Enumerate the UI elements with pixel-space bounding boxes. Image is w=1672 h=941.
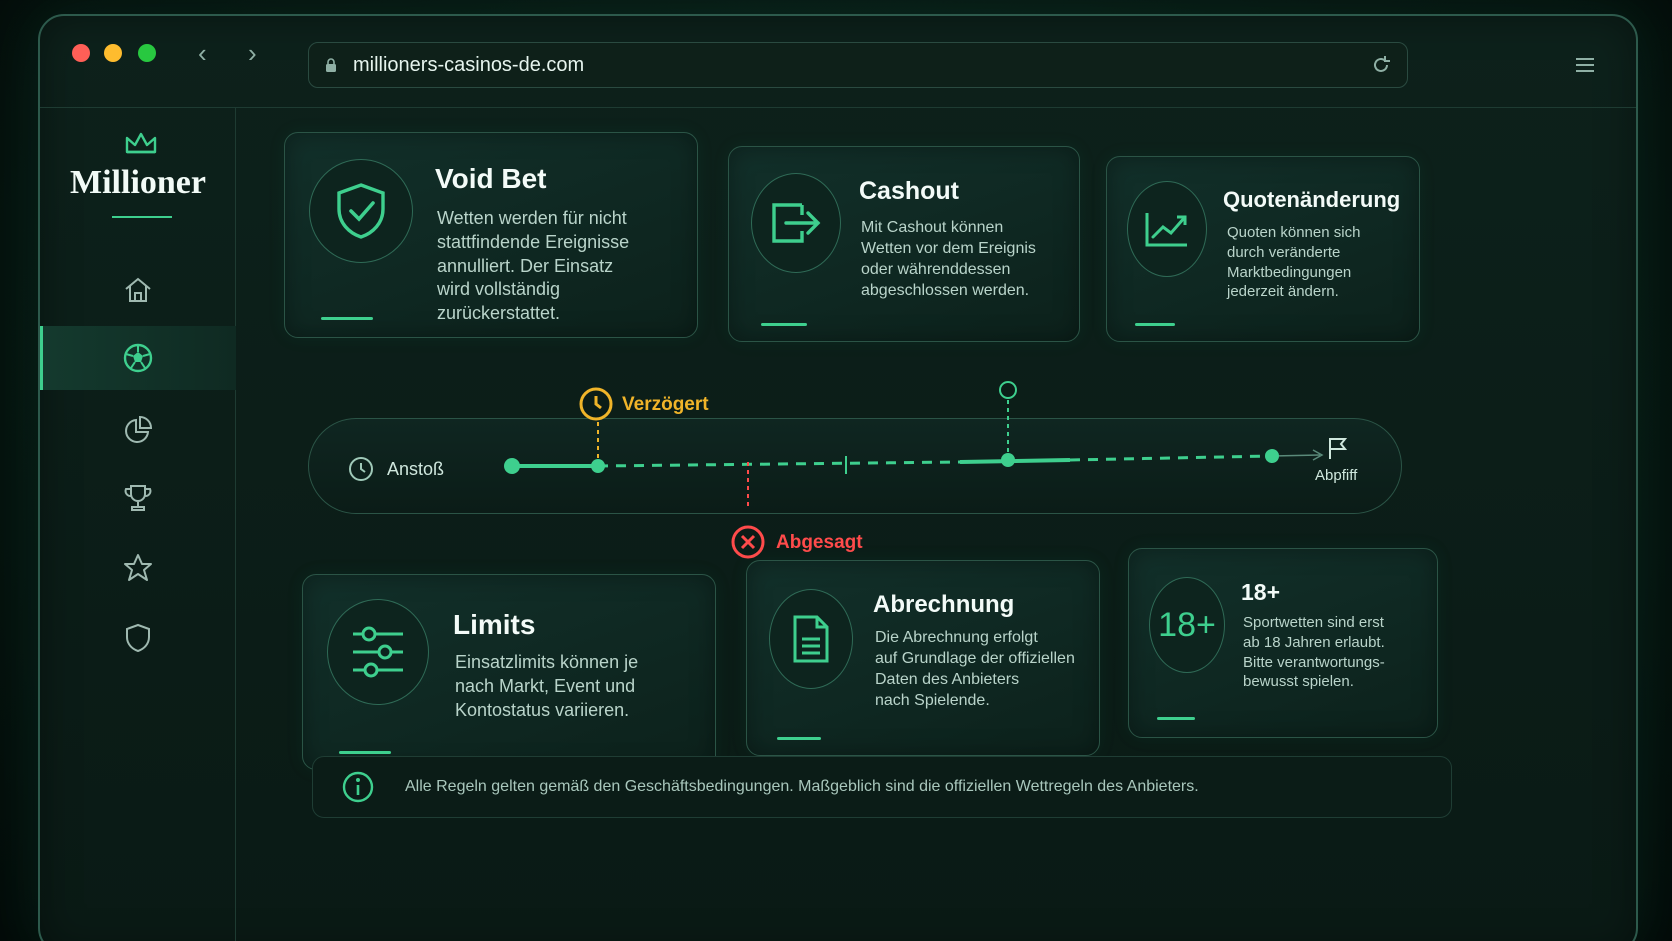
sidebar-item-tournaments[interactable] <box>40 466 236 530</box>
timeline-cancelled-label: Abgesagt <box>776 532 863 553</box>
timeline-delayed-label: Verzögert <box>622 394 709 415</box>
home-icon <box>125 277 151 302</box>
document-icon <box>793 615 829 663</box>
card-icon-circle <box>327 599 429 705</box>
cancelled-x-icon <box>731 525 765 559</box>
sidebar-item-security[interactable] <box>40 606 236 670</box>
shield-icon <box>126 623 150 653</box>
trophy-icon <box>124 485 152 511</box>
card-description: Die Abrechnung erfolgt auf Grundlage der … <box>875 629 1075 710</box>
card-settlement: Abrechnung Die Abrechnung erfolgt auf Gru… <box>746 560 1100 756</box>
hamburger-menu-icon[interactable] <box>1574 54 1596 76</box>
exit-arrow-icon <box>772 203 821 243</box>
reload-icon[interactable] <box>1369 53 1393 77</box>
sliders-icon <box>353 626 403 678</box>
sidebar-item-stats[interactable] <box>40 398 236 462</box>
sidebar-item-sports[interactable] <box>40 326 236 390</box>
card-void-bet: Void Bet Wetten werden für nicht stattfin… <box>284 132 698 338</box>
card-accent-line <box>321 317 373 320</box>
timeline-marker-circle <box>999 381 1017 399</box>
minimize-window-button[interactable] <box>104 44 122 62</box>
info-footer: Alle Regeln gelten gemäß den Geschäftsbe… <box>312 756 1452 818</box>
card-description: Quoten können sich durch veränderte Marktb… <box>1227 224 1361 301</box>
card-icon-circle <box>769 589 853 689</box>
card-description: Sportwetten sind erst ab 18 Jahren erlaub… <box>1243 614 1385 691</box>
card-title: Void Bet <box>435 163 547 194</box>
card-accent-line <box>777 737 821 740</box>
timeline-point-resume <box>1001 453 1015 467</box>
chevron-left-icon[interactable]: ‹ <box>198 40 207 66</box>
card-accent-line <box>1135 323 1175 326</box>
logo-underline <box>112 216 172 218</box>
card-accent-line <box>339 751 391 754</box>
shield-check-icon <box>337 183 385 239</box>
card-title: Cashout <box>859 177 959 205</box>
soccer-ball-icon <box>123 343 153 373</box>
delay-clock-icon <box>579 387 613 421</box>
address-bar[interactable]: millioners-casinos-de.com <box>308 42 1408 88</box>
browser-titlebar: ‹ › millioners-casinos-de.com <box>40 16 1636 108</box>
sidebar: Millioner <box>40 108 236 941</box>
card-title: Quotenänderung <box>1223 187 1401 212</box>
url-text: millioners-casinos-de.com <box>353 53 585 76</box>
timeline-start-label: Anstoß <box>387 459 445 479</box>
card-title: 18+ <box>1241 579 1281 605</box>
card-description: Mit Cashout können Wetten vor dem Ereigni… <box>861 219 1036 300</box>
sidebar-item-home[interactable] <box>40 258 236 322</box>
timeline-point-delayed <box>591 459 605 473</box>
card-icon-circle <box>751 173 841 273</box>
card-icon-circle <box>309 159 413 263</box>
star-icon <box>124 554 152 581</box>
card-description: Wetten werden für nicht stattfindende Ere… <box>437 208 630 323</box>
card-title: Abrechnung <box>873 591 1015 618</box>
sidebar-item-favorites[interactable] <box>40 536 236 600</box>
card-age-limit: 18+ 18+ Sportwetten sind erst ab 18 Jahre… <box>1128 548 1438 738</box>
lock-icon <box>326 58 336 72</box>
timeline-point-end <box>1265 449 1279 463</box>
chevron-right-icon[interactable]: › <box>248 40 257 66</box>
age-18-badge: 18+ <box>1149 577 1225 673</box>
card-accent-line <box>761 323 807 326</box>
card-limits: Limits Einsatzlimits können je nach Markt… <box>302 574 716 770</box>
brand-logo[interactable]: Millioner <box>40 164 236 202</box>
crown-icon <box>125 132 157 154</box>
card-cashout: Cashout Mit Cashout können Wetten vor dem… <box>728 146 1080 342</box>
card-description: Einsatzlimits können je nach Markt, Event… <box>455 652 639 720</box>
close-window-button[interactable] <box>72 44 90 62</box>
card-accent-line <box>1157 717 1195 720</box>
card-title: Limits <box>453 609 536 640</box>
card-icon-circle <box>1127 181 1207 277</box>
footer-disclaimer: Alle Regeln gelten gemäß den Geschäftsbe… <box>405 778 1199 795</box>
pie-chart-icon <box>125 415 153 443</box>
info-icon <box>342 771 374 803</box>
clock-icon <box>349 457 373 481</box>
timeline-point-kickoff <box>504 458 520 474</box>
maximize-window-button[interactable] <box>138 44 156 62</box>
card-odds-change: Quotenänderung Quoten können sich durch v… <box>1106 156 1420 342</box>
trend-chart-icon <box>1145 213 1187 247</box>
browser-window: ‹ › millioners-casinos-de.com Millioner <box>38 14 1638 941</box>
